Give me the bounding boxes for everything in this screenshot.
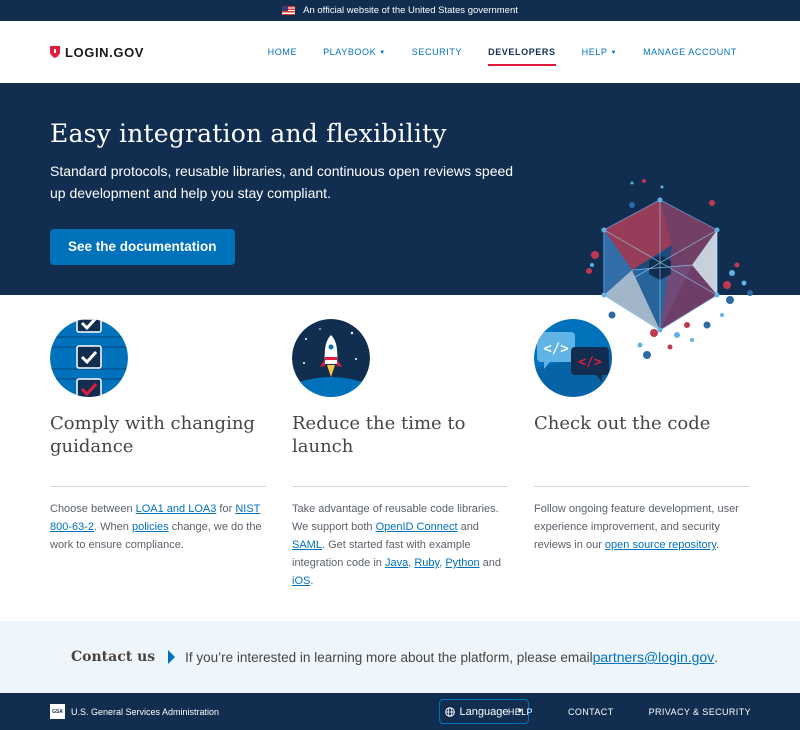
text: for [216, 503, 236, 515]
feature-title: Comply with changing guidance [50, 412, 266, 487]
globe-icon [444, 706, 455, 717]
hero-title: Easy integration and flexibility [50, 119, 447, 148]
feature-title: Reduce the time to launch [292, 412, 508, 487]
arrow-right-icon [168, 650, 176, 664]
feature-description: Take advantage of reusable code librarie… [292, 500, 508, 590]
caret-down-icon: ▼ [610, 49, 618, 56]
ruby-link[interactable]: Ruby [414, 557, 439, 569]
site-footer: GSA U.S. General Services Administration… [0, 693, 800, 730]
nav-playbook[interactable]: PLAYBOOK ▼ [310, 43, 399, 61]
svg-text:</>: </> [543, 341, 568, 357]
shield-icon [50, 46, 60, 58]
us-flag-icon [282, 6, 296, 15]
policies-link[interactable]: policies [132, 521, 169, 533]
footer-links: HELP CONTACT PRIVACY & SECURITY [473, 693, 751, 730]
contact-text: If you’re interested in learning more ab… [185, 649, 593, 665]
repository-link[interactable]: open source repository [605, 539, 716, 551]
contact-text-end: . [714, 649, 718, 665]
text: Choose between [50, 503, 136, 515]
feature-description: Follow ongoing feature development, user… [534, 500, 750, 554]
gov-banner: An official website of the United States… [0, 0, 800, 21]
rocket-icon [292, 319, 370, 397]
loa-link[interactable]: LOA1 and LOA3 [136, 503, 217, 515]
nav-home[interactable]: HOME [255, 43, 310, 61]
text: . [716, 539, 720, 551]
python-link[interactable]: Python [445, 557, 479, 569]
logo-link[interactable]: LOGIN.GOV [50, 45, 144, 60]
feature-description: Choose between LOA1 and LOA3 for NIST 80… [50, 500, 266, 554]
footer-help-link[interactable]: HELP [473, 707, 533, 717]
caret-down-icon: ▼ [379, 49, 386, 56]
main-nav: HOME PLAYBOOK ▼ SECURITY DEVELOPERS HELP ▼… [255, 43, 750, 66]
contact-email-link[interactable]: partners@login.gov [593, 649, 715, 665]
feature-title: Check out the code [534, 412, 750, 487]
gov-banner-text: An official website of the United States… [303, 5, 518, 16]
agency-name: U.S. General Services Administration [71, 706, 220, 717]
java-link[interactable]: Java [385, 557, 408, 569]
hero: Easy integration and flexibility Standar… [0, 83, 800, 359]
gsa-link[interactable]: GSA U.S. General Services Administration [50, 704, 219, 719]
gsa-logo: GSA [50, 704, 65, 719]
contact-title: Contact us [71, 649, 156, 665]
logo-text: LOGIN.GOV [65, 44, 145, 60]
feature-comply: Comply with changing guidance Choose bet… [50, 319, 266, 621]
site-header: LOGIN.GOV HOME PLAYBOOK ▼ SECURITY DEVELO… [0, 21, 800, 83]
checklist-icon [50, 319, 128, 397]
ios-link[interactable]: iOS [292, 575, 310, 587]
feature-launch: Reduce the time to launch Take advantage… [292, 319, 508, 621]
text: . When [94, 521, 132, 533]
text: and [457, 521, 479, 533]
text: . [310, 575, 314, 587]
footer-privacy-link[interactable]: PRIVACY & SECURITY [614, 707, 751, 717]
text: and [479, 557, 501, 569]
hero-subtitle: Standard protocols, reusable libraries, … [50, 163, 514, 201]
nav-help[interactable]: HELP ▼ [569, 43, 630, 61]
nav-developers[interactable]: DEVELOPERS [475, 43, 569, 66]
nav-manage-account[interactable]: MANAGE ACCOUNT [630, 43, 750, 61]
footer-contact-link[interactable]: CONTACT [533, 707, 614, 717]
contact-section: Contact us If you’re interested in learn… [0, 621, 800, 693]
openid-link[interactable]: OpenID Connect [376, 521, 458, 533]
nav-help-label: HELP [581, 47, 608, 57]
saml-link[interactable]: SAML [292, 539, 322, 551]
documentation-button[interactable]: See the documentation [50, 229, 235, 265]
hexagon-illustration [586, 179, 753, 359]
nav-playbook-label: PLAYBOOK [323, 47, 377, 57]
nav-security[interactable]: SECURITY [399, 43, 475, 61]
